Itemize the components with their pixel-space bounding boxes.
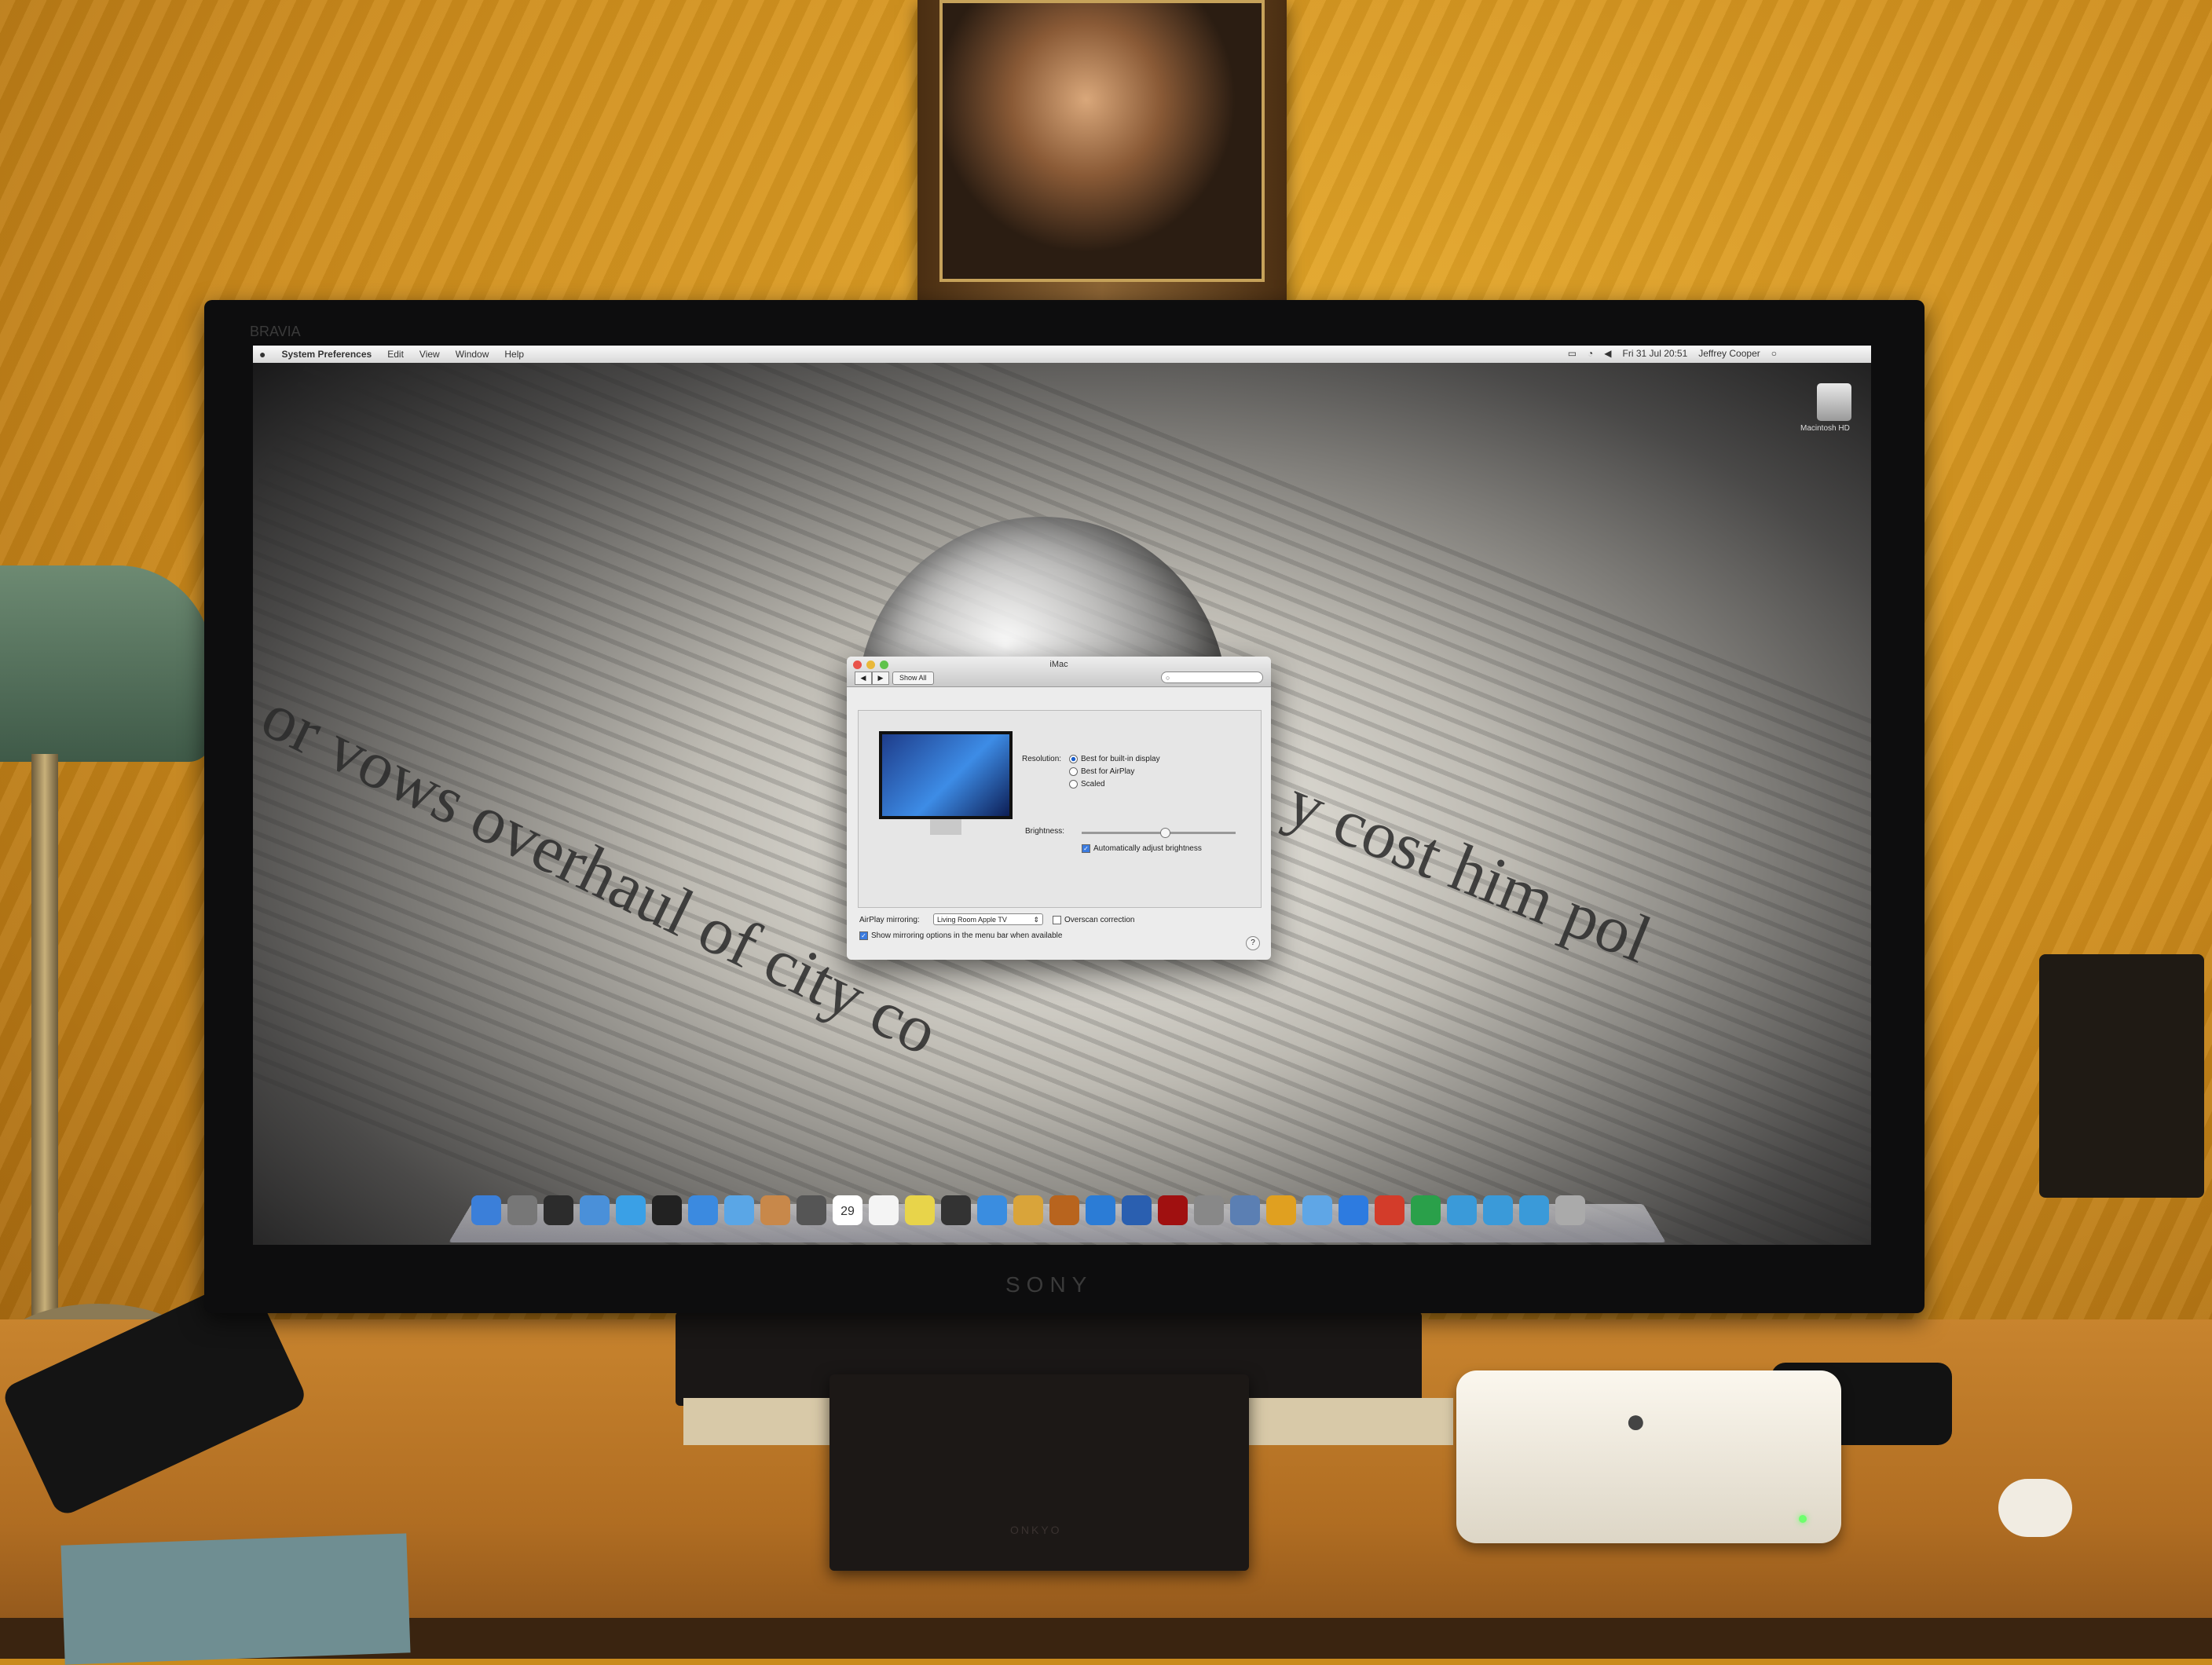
- stickies-icon[interactable]: [905, 1195, 935, 1225]
- system-preferences-icon[interactable]: [1194, 1195, 1224, 1225]
- mail-icon[interactable]: [724, 1195, 754, 1225]
- forward-arrow-icon[interactable]: ▶: [872, 671, 889, 685]
- resolution-label: Resolution:: [1022, 755, 1061, 763]
- radio-best-builtin[interactable]: Best for built-in display: [1069, 755, 1160, 763]
- facetime-icon[interactable]: [797, 1195, 826, 1225]
- cloth: [60, 1533, 410, 1664]
- checkbox-checked-icon[interactable]: ✓: [859, 931, 868, 940]
- radio-icon[interactable]: [1069, 780, 1078, 789]
- right-speaker: [2039, 954, 2204, 1198]
- messages-icon[interactable]: [1302, 1195, 1332, 1225]
- select-arrows-icon: ⇕: [1033, 914, 1039, 926]
- radio-scaled[interactable]: Scaled: [1069, 780, 1105, 789]
- lamp-pole: [31, 754, 58, 1319]
- auto-brightness-checkbox[interactable]: ✓ Automatically adjust brightness: [1082, 844, 1202, 853]
- dashboard-icon[interactable]: [544, 1195, 573, 1225]
- excel-icon[interactable]: [1411, 1195, 1441, 1225]
- center-speaker: ONKYO: [830, 1374, 1249, 1571]
- folder-icon[interactable]: [1447, 1195, 1477, 1225]
- safari-icon[interactable]: [616, 1195, 646, 1225]
- camera-icon[interactable]: [652, 1195, 682, 1225]
- brightness-slider-knob[interactable]: [1160, 828, 1170, 838]
- app-store-icon[interactable]: [688, 1195, 718, 1225]
- spotlight-icon[interactable]: ○: [1771, 348, 1777, 359]
- radio-best-airplay[interactable]: Best for AirPlay: [1069, 767, 1134, 776]
- window-titlebar[interactable]: iMac ◀ ▶ Show All ○: [847, 657, 1271, 687]
- trash-icon[interactable]: [1555, 1195, 1585, 1225]
- menu-window[interactable]: Window: [456, 349, 489, 360]
- imovie-icon[interactable]: [1013, 1195, 1043, 1225]
- brightness-label: Brightness:: [1025, 827, 1064, 836]
- status-led-icon: [1799, 1515, 1807, 1523]
- wifi-icon[interactable]: ◔: [1588, 348, 1593, 359]
- powerpoint-icon[interactable]: [1375, 1195, 1404, 1225]
- mac-mini: ●: [1456, 1370, 1841, 1543]
- apple-logo-icon: ●: [1625, 1402, 1646, 1441]
- photo-booth-icon[interactable]: [1158, 1195, 1188, 1225]
- imac-icon: [879, 731, 1013, 827]
- brightness-slider[interactable]: [1082, 832, 1236, 834]
- show-mirroring-checkbox[interactable]: ✓ Show mirroring options in the menu bar…: [859, 931, 1062, 940]
- airplay-mirroring-label: AirPlay mirroring:: [859, 916, 920, 924]
- speaker-brand: ONKYO: [1010, 1524, 1062, 1536]
- iphoto-icon[interactable]: [1122, 1195, 1152, 1225]
- mouse: [1998, 1479, 2072, 1537]
- back-arrow-icon[interactable]: ◀: [855, 671, 872, 685]
- calendar-icon[interactable]: 29: [833, 1195, 862, 1225]
- search-input[interactable]: ○: [1161, 671, 1263, 683]
- menu-help[interactable]: Help: [504, 349, 524, 360]
- airplay-mirroring-select[interactable]: Living Room Apple TV ⇕: [933, 913, 1043, 925]
- radio-selected-icon[interactable]: [1069, 755, 1078, 763]
- menu-app-name[interactable]: System Preferences: [281, 349, 372, 360]
- menu-clock[interactable]: Fri 31 Jul 20:51: [1623, 348, 1688, 359]
- utilities-icon[interactable]: [1230, 1195, 1260, 1225]
- contacts-icon[interactable]: [760, 1195, 790, 1225]
- time-machine-icon[interactable]: [941, 1195, 971, 1225]
- garageband-icon[interactable]: [1049, 1195, 1079, 1225]
- solitaire-icon[interactable]: [1266, 1195, 1296, 1225]
- show-all-button[interactable]: Show All: [892, 671, 934, 685]
- help-button[interactable]: ?: [1246, 936, 1260, 950]
- launchpad-icon[interactable]: [507, 1195, 537, 1225]
- window-title: iMac: [847, 660, 1271, 669]
- portrait-frame: [917, 0, 1287, 302]
- preview-icon[interactable]: [580, 1195, 610, 1225]
- tv-model-label: BRAVIA: [250, 324, 301, 340]
- twitter-icon[interactable]: [1086, 1195, 1115, 1225]
- checkbox-icon[interactable]: [1053, 916, 1061, 924]
- word-icon[interactable]: [1339, 1195, 1368, 1225]
- overscan-checkbox[interactable]: Overscan correction: [1053, 916, 1134, 924]
- tv-brand-label: SONY: [1005, 1272, 1093, 1297]
- menu-edit[interactable]: Edit: [387, 349, 404, 360]
- display-preferences-window: iMac ◀ ▶ Show All ○ Resolution: Best for…: [847, 657, 1271, 960]
- display-pane: Resolution: Best for built-in display Be…: [858, 710, 1262, 908]
- hard-drive-icon[interactable]: [1817, 383, 1851, 421]
- checkbox-checked-icon[interactable]: ✓: [1082, 844, 1090, 853]
- menu-extras: ▭ ◔ ◀ Fri 31 Jul 20:51 Jeffrey Cooper ○: [1568, 348, 1777, 359]
- airplay-icon[interactable]: ▭: [1568, 348, 1577, 359]
- search-icon: ○: [1166, 672, 1170, 684]
- hard-drive-label[interactable]: Macintosh HD: [1800, 424, 1850, 433]
- radio-icon[interactable]: [1069, 767, 1078, 776]
- folder-icon[interactable]: [1519, 1195, 1549, 1225]
- itunes-icon[interactable]: [977, 1195, 1007, 1225]
- finder-icon[interactable]: [471, 1195, 501, 1225]
- menu-view[interactable]: View: [419, 349, 440, 360]
- portrait-photo: [939, 0, 1265, 282]
- notes-icon[interactable]: [869, 1195, 899, 1225]
- folder-icon[interactable]: [1483, 1195, 1513, 1225]
- menu-user[interactable]: Jeffrey Cooper: [1698, 348, 1760, 359]
- volume-icon[interactable]: ◀: [1604, 348, 1611, 359]
- dock-icons: 29: [471, 1195, 1585, 1225]
- lamp-shade: [0, 565, 212, 762]
- menu-bar: ● System Preferences Edit View Window He…: [253, 346, 1871, 363]
- apple-menu-icon[interactable]: ●: [259, 348, 266, 360]
